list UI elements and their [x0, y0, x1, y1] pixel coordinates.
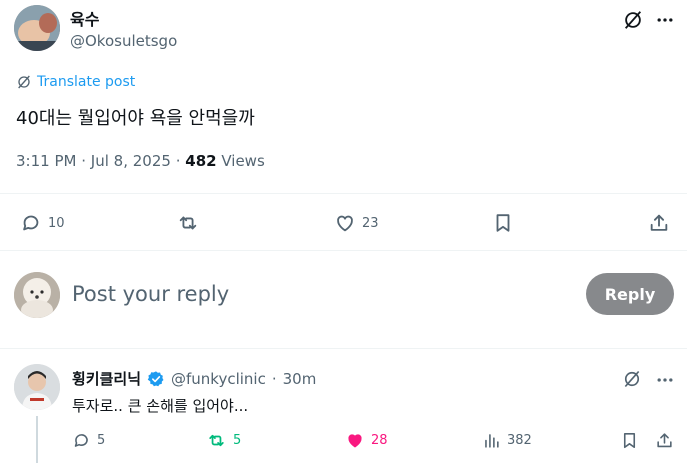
reply-time[interactable]: 30m [283, 370, 317, 388]
reply-header: 휭키클리닉 @funkyclinic · 30m [72, 368, 316, 389]
share-action[interactable] [648, 212, 670, 234]
bookmark-icon [492, 212, 514, 234]
reply-text: 투자로.. 큰 손해를 입어야... [72, 397, 249, 415]
reply-author-avatar[interactable] [14, 364, 60, 410]
post-meta: 3:11 PM · Jul 8, 2025 · 482 Views [16, 152, 265, 170]
more-icon[interactable] [655, 370, 675, 390]
meta-separator: · [175, 152, 181, 170]
like-icon [334, 212, 356, 234]
repost-icon [176, 212, 200, 234]
share-icon [648, 212, 670, 234]
verified-icon [147, 370, 165, 388]
author-avatar[interactable] [14, 5, 60, 51]
post-time[interactable]: 3:11 PM [16, 152, 76, 170]
reply-separator: · [271, 369, 277, 388]
translate-label: Translate post [37, 74, 136, 90]
reply-count: 10 [48, 215, 65, 231]
reply-reply-action[interactable]: 5 [72, 431, 105, 450]
like-action[interactable]: 23 [334, 212, 379, 234]
reply-views-count: 382 [507, 433, 532, 448]
author-display-name[interactable]: 육수 [70, 6, 99, 30]
reply-author-name[interactable]: 휭키클리닉 [72, 368, 141, 389]
reply-action[interactable]: 10 [20, 212, 65, 234]
divider [0, 250, 687, 251]
like-count: 23 [362, 215, 379, 231]
views-label: Views [221, 152, 265, 170]
reply-icon [72, 431, 91, 450]
meta-separator: · [81, 152, 87, 170]
grok-icon[interactable] [622, 369, 642, 389]
post-date[interactable]: Jul 8, 2025 [91, 152, 171, 170]
repost-action[interactable] [176, 212, 206, 234]
reply-like-action[interactable]: 28 [345, 431, 388, 450]
reply-views-action[interactable]: 382 [482, 431, 532, 450]
divider [0, 193, 687, 194]
grok-icon[interactable] [622, 9, 644, 31]
views-icon [482, 431, 501, 450]
more-icon[interactable] [655, 10, 675, 30]
reply-repost-count: 5 [233, 433, 242, 448]
reply-button[interactable]: Reply [586, 273, 674, 315]
translate-post-link[interactable]: Translate post [16, 74, 135, 90]
repost-icon [206, 431, 227, 450]
reply-share-action[interactable] [655, 431, 674, 450]
thread-line [36, 416, 38, 463]
my-avatar[interactable] [14, 272, 60, 318]
reply-like-count: 28 [371, 433, 388, 448]
divider [0, 348, 687, 349]
views-count: 482 [185, 152, 217, 170]
reply-icon [20, 212, 42, 234]
reply-bookmark-action[interactable] [620, 431, 639, 450]
post-text: 40대는 뭘입어야 욕을 안먹을까 [16, 108, 255, 129]
reply-reply-count: 5 [97, 433, 106, 448]
reply-input[interactable]: Post your reply [72, 282, 229, 306]
reply-repost-action[interactable]: 5 [206, 431, 241, 450]
translate-icon [16, 74, 32, 90]
bookmark-icon [620, 431, 639, 450]
share-icon [655, 431, 674, 450]
reply-author-handle[interactable]: @funkyclinic [171, 370, 266, 388]
bookmark-action[interactable] [492, 212, 514, 234]
author-handle[interactable]: @Okosuletsgo [70, 32, 177, 50]
like-icon [345, 431, 365, 450]
